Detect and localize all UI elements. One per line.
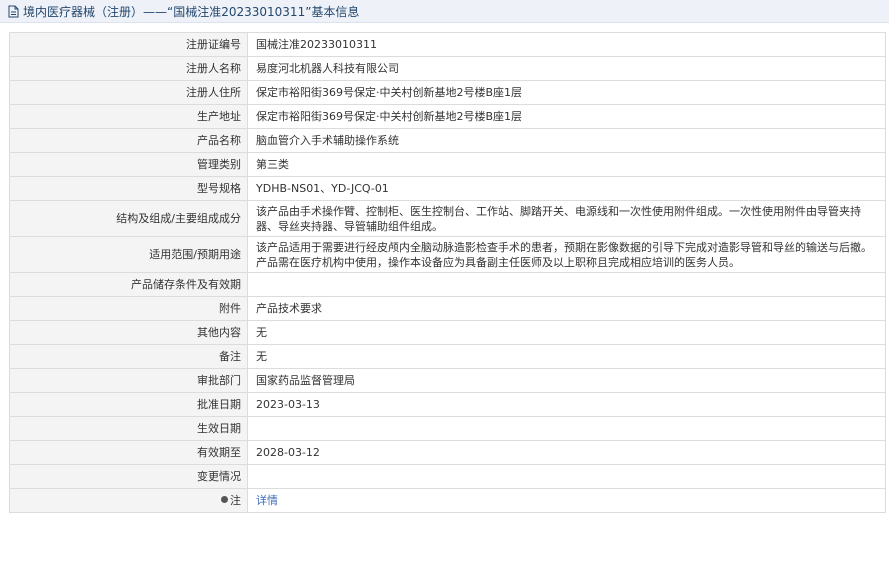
table-row: 有效期至 2028-03-12 [9,440,886,465]
row-label: 结构及组成/主要组成成分 [9,200,248,237]
table-row: 注册人名称 易度河北机器人科技有限公司 [9,56,886,81]
row-label: 产品储存条件及有效期 [9,272,248,297]
table-row: 产品名称 脑血管介入手术辅助操作系统 [9,128,886,153]
row-label: 批准日期 [9,392,248,417]
row-label: 管理类别 [9,152,248,177]
row-value: 第三类 [247,152,886,177]
row-label: 注册人住所 [9,80,248,105]
table-row: 产品储存条件及有效期 [9,272,886,297]
row-value: 无 [247,320,886,345]
row-value: YDHB-NS01、YD-JCQ-01 [247,176,886,201]
row-value: 无 [247,344,886,369]
row-label: 注册人名称 [9,56,248,81]
row-label: 型号规格 [9,176,248,201]
row-label: 变更情况 [9,464,248,489]
table-row-note: 注 详情 [9,488,886,513]
row-value: 2028-03-12 [247,440,886,465]
row-label: 注册证编号 [9,32,248,57]
row-label: 生产地址 [9,104,248,129]
row-value: 该产品由手术操作臂、控制柜、医生控制台、工作站、脚踏开关、电源线和一次性使用附件… [247,200,886,237]
row-value [247,272,886,297]
row-label: 有效期至 [9,440,248,465]
details-link[interactable]: 详情 [256,494,278,507]
table-row: 附件 产品技术要求 [9,296,886,321]
document-icon [8,5,19,17]
table-row: 型号规格 YDHB-NS01、YD-JCQ-01 [9,176,886,201]
row-label: 附件 [9,296,248,321]
row-value [247,416,886,441]
note-value-cell: 详情 [247,488,886,513]
table-row: 审批部门 国家药品监督管理局 [9,368,886,393]
note-label: 注 [230,494,241,507]
info-table-container: 注册证编号 国械注准20233010311 注册人名称 易度河北机器人科技有限公司 … [9,32,886,513]
row-label: 适用范围/预期用途 [9,236,248,273]
row-label: 备注 [9,344,248,369]
row-label: 生效日期 [9,416,248,441]
table-row: 生产地址 保定市裕阳街369号保定·中关村创新基地2号楼B座1层 [9,104,886,129]
note-icon [221,496,228,503]
row-value: 保定市裕阳街369号保定·中关村创新基地2号楼B座1层 [247,104,886,129]
table-row: 注册人住所 保定市裕阳街369号保定·中关村创新基地2号楼B座1层 [9,80,886,105]
note-label-cell: 注 [9,488,248,513]
page-title-bar: 境内医疗器械（注册）——“国械注准20233010311”基本信息 [0,0,889,23]
row-value: 脑血管介入手术辅助操作系统 [247,128,886,153]
table-row: 适用范围/预期用途 该产品适用于需要进行经皮颅内全脑动脉造影检查手术的患者，预期在… [9,236,886,273]
table-row: 变更情况 [9,464,886,489]
row-label: 其他内容 [9,320,248,345]
row-value: 产品技术要求 [247,296,886,321]
row-value: 2023-03-13 [247,392,886,417]
row-value: 国家药品监督管理局 [247,368,886,393]
row-value: 该产品适用于需要进行经皮颅内全脑动脉造影检查手术的患者，预期在影像数据的引导下完… [247,236,886,273]
table-row: 结构及组成/主要组成成分 该产品由手术操作臂、控制柜、医生控制台、工作站、脚踏开关… [9,200,886,237]
info-table: 注册证编号 国械注准20233010311 注册人名称 易度河北机器人科技有限公司 … [9,32,886,513]
row-value: 国械注准20233010311 [247,32,886,57]
table-row: 管理类别 第三类 [9,152,886,177]
row-value: 保定市裕阳街369号保定·中关村创新基地2号楼B座1层 [247,80,886,105]
table-row: 备注无 [9,344,886,369]
table-row: 其他内容无 [9,320,886,345]
row-value [247,464,886,489]
page-title: 境内医疗器械（注册）——“国械注准20233010311”基本信息 [23,4,360,19]
table-row: 生效日期 [9,416,886,441]
row-label: 产品名称 [9,128,248,153]
row-value: 易度河北机器人科技有限公司 [247,56,886,81]
row-label: 审批部门 [9,368,248,393]
table-row: 批准日期 2023-03-13 [9,392,886,417]
table-row: 注册证编号 国械注准20233010311 [9,32,886,57]
